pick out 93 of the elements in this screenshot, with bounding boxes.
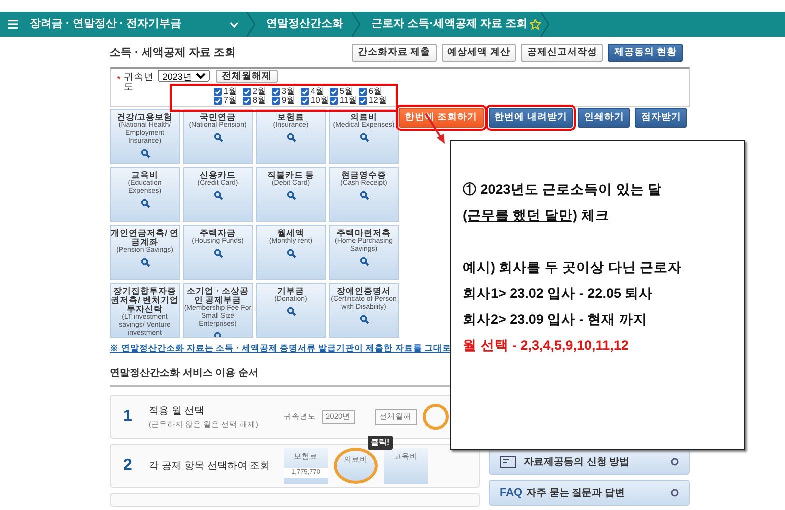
- month-label: 10월: [310, 96, 330, 105]
- checkbox[interactable]: [330, 88, 338, 96]
- tile-title: 월세액: [278, 229, 304, 238]
- annotation-text: 회사1> 23.02 입사 - 22.05 퇴사: [463, 285, 654, 303]
- step-number: 1: [122, 407, 134, 427]
- checkbox[interactable]: [242, 96, 251, 104]
- tile-title: 장애인증명서: [337, 287, 392, 296]
- tile-title: 주택마련저축: [337, 229, 391, 238]
- field-label: 귀속년도: [124, 73, 154, 95]
- tile-title: 기부금: [278, 287, 304, 296]
- tile-title: 의료비: [350, 113, 378, 122]
- search-icon[interactable]: [286, 307, 296, 316]
- search-icon[interactable]: [214, 191, 222, 200]
- month-label: 8월: [252, 96, 267, 105]
- month-label: 7월: [224, 96, 238, 105]
- month-label: 5월: [340, 87, 354, 96]
- checkbox[interactable]: [242, 88, 251, 96]
- action-button[interactable]: 점자받기: [635, 108, 688, 128]
- tile-title: 건강/고용보험: [116, 113, 174, 122]
- year-select[interactable]: 2023년: [158, 70, 210, 82]
- search-icon[interactable]: [360, 315, 368, 324]
- breadcrumb-separator-icon: [246, 12, 255, 37]
- month-label: 2월: [252, 87, 267, 96]
- annotation-text: 회사2> 23.09 입사 - 현재 까지: [463, 311, 648, 329]
- step-title: 적용 월 선택: [149, 404, 206, 419]
- annotation-text: (근무를 했던 달만) 체크: [463, 207, 610, 225]
- month-label: 12월: [368, 96, 388, 105]
- tile-title: 장기집합투자증권저축/ 벤처기업투자신탁: [111, 287, 179, 314]
- document-icon: [500, 456, 516, 468]
- search-icon[interactable]: [140, 258, 150, 267]
- checkbox[interactable]: [300, 88, 309, 96]
- month-label: 1월: [224, 87, 238, 96]
- checkbox[interactable]: [214, 88, 222, 96]
- header-button[interactable]: 간소화자료 제출: [352, 44, 437, 62]
- tile-title: 국민연금: [200, 113, 236, 122]
- page-title: 소득 · 세액공제 자료 조회: [110, 46, 236, 61]
- month-label: 4월: [310, 87, 325, 96]
- search-icon[interactable]: [360, 191, 368, 200]
- tile-title: 소기업 · 소상공인 공제부금: [187, 287, 250, 305]
- faq-label: FAQ: [500, 486, 523, 501]
- favorite-star-icon[interactable]: [530, 19, 542, 30]
- breadcrumb-separator-icon: [541, 12, 550, 37]
- tile-title: 주택자금: [200, 229, 236, 238]
- search-icon[interactable]: [286, 191, 296, 200]
- month-label: 11월: [340, 96, 358, 105]
- menu-title[interactable]: 장려금 · 연말정산 · 전자기부금: [30, 16, 182, 33]
- search-icon[interactable]: [140, 199, 150, 208]
- checkbox[interactable]: [358, 96, 367, 104]
- header-button[interactable]: 공제신고서작성: [521, 44, 604, 62]
- tile-title: 개인연금저축/ 연금계좌: [111, 229, 179, 247]
- tooltip-label: 클릭!: [368, 436, 393, 450]
- annotation-text: 예시) 회사를 두 곳이상 다닌 근로자: [463, 259, 682, 277]
- checkbox[interactable]: [272, 88, 280, 96]
- month-label: 3월: [282, 87, 296, 96]
- search-icon[interactable]: [360, 133, 368, 142]
- notice-link[interactable]: ※ 연말정산간소화 자료는 소득 · 세액공제 증명서류 발급기관이 제출한 자료를 그대로: [110, 342, 452, 355]
- checkbox[interactable]: [272, 96, 280, 104]
- tile-title: 현금영수증: [342, 171, 386, 180]
- search-icon[interactable]: [140, 149, 150, 158]
- action-button[interactable]: 인쇄하기: [578, 108, 630, 128]
- month-label: 6월: [368, 87, 383, 96]
- breadcrumb-item[interactable]: 연말정산간소화: [266, 16, 344, 33]
- search-icon[interactable]: [360, 257, 368, 266]
- breadcrumb-separator-icon: [352, 12, 360, 37]
- search-icon[interactable]: [214, 133, 222, 142]
- tile-title: 직불카드 등: [266, 171, 316, 180]
- tile-title: 보험료: [278, 113, 304, 122]
- checkbox[interactable]: [358, 88, 367, 96]
- annotation-text: 월 선택 - 2,3,4,5,9,10,11,12: [463, 337, 629, 355]
- required-mark: *: [117, 74, 121, 88]
- checkbox[interactable]: [214, 96, 222, 104]
- search-icon[interactable]: [286, 249, 296, 258]
- header-button[interactable]: 예상세액 계산: [442, 44, 516, 62]
- side-link-label: 자료제공동의 신청 방법: [524, 456, 630, 470]
- toggle-all-months-button[interactable]: 전체월해제: [216, 70, 278, 82]
- checkbox[interactable]: [300, 96, 309, 104]
- step-number: 2: [122, 456, 134, 476]
- side-link[interactable]: 자료제공동의 신청 방법: [489, 449, 690, 475]
- dropdown-chevron-icon[interactable]: [230, 22, 239, 28]
- step-title: 각 공제 항목 선택하여 조회: [149, 460, 272, 474]
- side-link-label: 자주 묻는 질문과 답변: [526, 486, 625, 500]
- search-icon[interactable]: [286, 133, 296, 142]
- header-button[interactable]: 제공동의 현황: [608, 44, 683, 62]
- checkbox[interactable]: [330, 96, 338, 104]
- month-label: 9월: [282, 96, 296, 105]
- breadcrumb-item[interactable]: 근로자 소득·세액공제 자료 조회: [372, 16, 528, 33]
- side-link[interactable]: FAQ 자주 묻는 질문과 답변: [489, 480, 690, 506]
- action-button[interactable]: 한번에 내려받기: [488, 108, 574, 128]
- tile-title: 신용카드: [200, 171, 236, 180]
- tile-title: 교육비: [132, 171, 158, 180]
- menu-icon[interactable]: [8, 20, 18, 29]
- search-icon[interactable]: [214, 249, 222, 258]
- annotation-text: ① 2023년도 근로소득이 있는 달: [463, 181, 662, 199]
